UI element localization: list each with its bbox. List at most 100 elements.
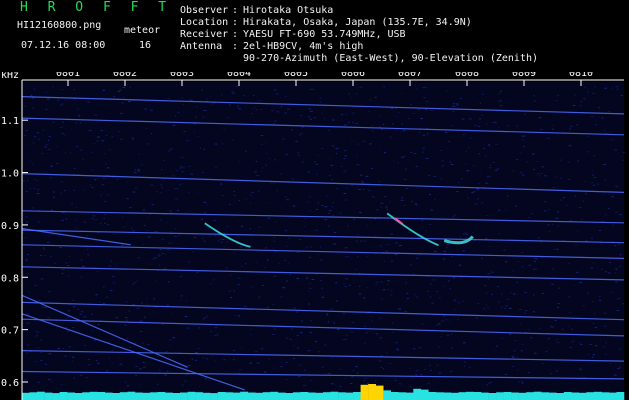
noise-speck — [328, 210, 332, 212]
noise-speck — [64, 152, 67, 154]
noise-speck — [521, 382, 524, 384]
noise-speck — [598, 230, 602, 231]
noise-speck — [344, 124, 347, 126]
noise-speck — [385, 206, 388, 208]
noise-speck — [425, 108, 428, 110]
noise-speck — [309, 257, 312, 258]
noise-speck — [443, 250, 446, 252]
noise-speck — [105, 135, 108, 136]
noise-speck — [447, 140, 451, 142]
noise-speck — [103, 217, 105, 219]
noise-speck — [489, 246, 491, 248]
noise-speck — [416, 88, 417, 90]
activity-bar — [22, 392, 30, 400]
noise-speck — [71, 202, 73, 204]
noise-speck — [176, 210, 180, 212]
noise-speck — [536, 174, 538, 176]
noise-speck — [80, 149, 83, 151]
noise-speck — [532, 153, 535, 155]
noise-speck — [451, 255, 453, 257]
noise-speck — [383, 152, 386, 154]
noise-speck — [592, 170, 594, 172]
noise-speck — [113, 96, 116, 98]
x-tick-label: 0801 — [56, 72, 80, 79]
noise-speck — [383, 86, 385, 88]
meteor-label: meteor — [124, 25, 161, 36]
noise-speck — [72, 327, 75, 328]
activity-bar — [315, 392, 324, 400]
noise-speck — [500, 101, 502, 103]
observer-value: Hirotaka Otsuka — [243, 5, 334, 16]
noise-speck — [499, 90, 502, 92]
noise-speck — [456, 104, 459, 106]
noise-speck — [99, 301, 101, 303]
noise-speck — [479, 102, 481, 104]
noise-speck — [481, 93, 484, 95]
noise-speck — [299, 239, 302, 240]
noise-speck — [335, 147, 339, 149]
noise-speck — [296, 347, 299, 349]
noise-speck — [160, 184, 163, 186]
noise-speck — [194, 116, 197, 118]
noise-speck — [103, 201, 107, 202]
noise-speck — [232, 215, 235, 217]
noise-speck — [76, 308, 80, 310]
noise-speck — [499, 99, 502, 101]
noise-speck — [361, 181, 364, 183]
noise-speck — [516, 125, 518, 127]
noise-speck — [205, 379, 207, 380]
noise-speck — [616, 88, 619, 90]
noise-speck — [44, 146, 47, 148]
noise-speck — [366, 382, 370, 384]
noise-speck — [214, 143, 218, 145]
noise-speck — [315, 163, 318, 165]
noise-speck — [152, 258, 156, 260]
noise-speck — [579, 104, 581, 106]
antenna-sep: : — [232, 41, 239, 52]
noise-speck — [331, 383, 334, 385]
noise-speck — [32, 163, 34, 165]
noise-speck — [352, 322, 354, 324]
noise-speck — [586, 151, 590, 153]
noise-speck — [178, 234, 181, 236]
noise-speck — [337, 328, 340, 330]
noise-speck — [557, 341, 560, 343]
noise-speck — [159, 192, 162, 194]
activity-bar — [375, 385, 384, 400]
noise-speck — [284, 260, 286, 261]
noise-speck — [548, 230, 551, 232]
noise-speck — [326, 314, 329, 316]
noise-speck — [94, 179, 97, 181]
noise-speck — [609, 262, 612, 264]
noise-speck — [305, 246, 309, 248]
noise-speck — [251, 192, 254, 193]
noise-speck — [249, 362, 252, 364]
noise-speck — [392, 123, 394, 125]
noise-speck — [541, 293, 544, 294]
noise-speck — [199, 385, 201, 387]
noise-speck — [64, 355, 67, 357]
noise-speck — [516, 369, 519, 371]
noise-speck — [418, 132, 421, 134]
noise-speck — [45, 108, 48, 110]
noise-speck — [204, 212, 206, 214]
noise-speck — [25, 190, 28, 192]
noise-speck — [324, 344, 327, 346]
noise-speck — [221, 195, 225, 197]
noise-speck — [592, 262, 595, 264]
noise-speck — [202, 318, 205, 320]
noise-speck — [382, 123, 385, 125]
noise-speck — [37, 381, 40, 383]
noise-speck — [57, 347, 60, 349]
noise-speck — [380, 206, 382, 208]
noise-speck — [179, 276, 183, 277]
noise-speck — [250, 113, 253, 115]
noise-speck — [524, 310, 528, 312]
noise-speck — [234, 253, 236, 255]
activity-bar — [29, 392, 38, 400]
noise-speck — [501, 306, 503, 308]
noise-speck — [25, 216, 28, 218]
noise-speck — [232, 359, 235, 361]
noise-speck — [278, 262, 281, 264]
noise-speck — [603, 130, 605, 132]
